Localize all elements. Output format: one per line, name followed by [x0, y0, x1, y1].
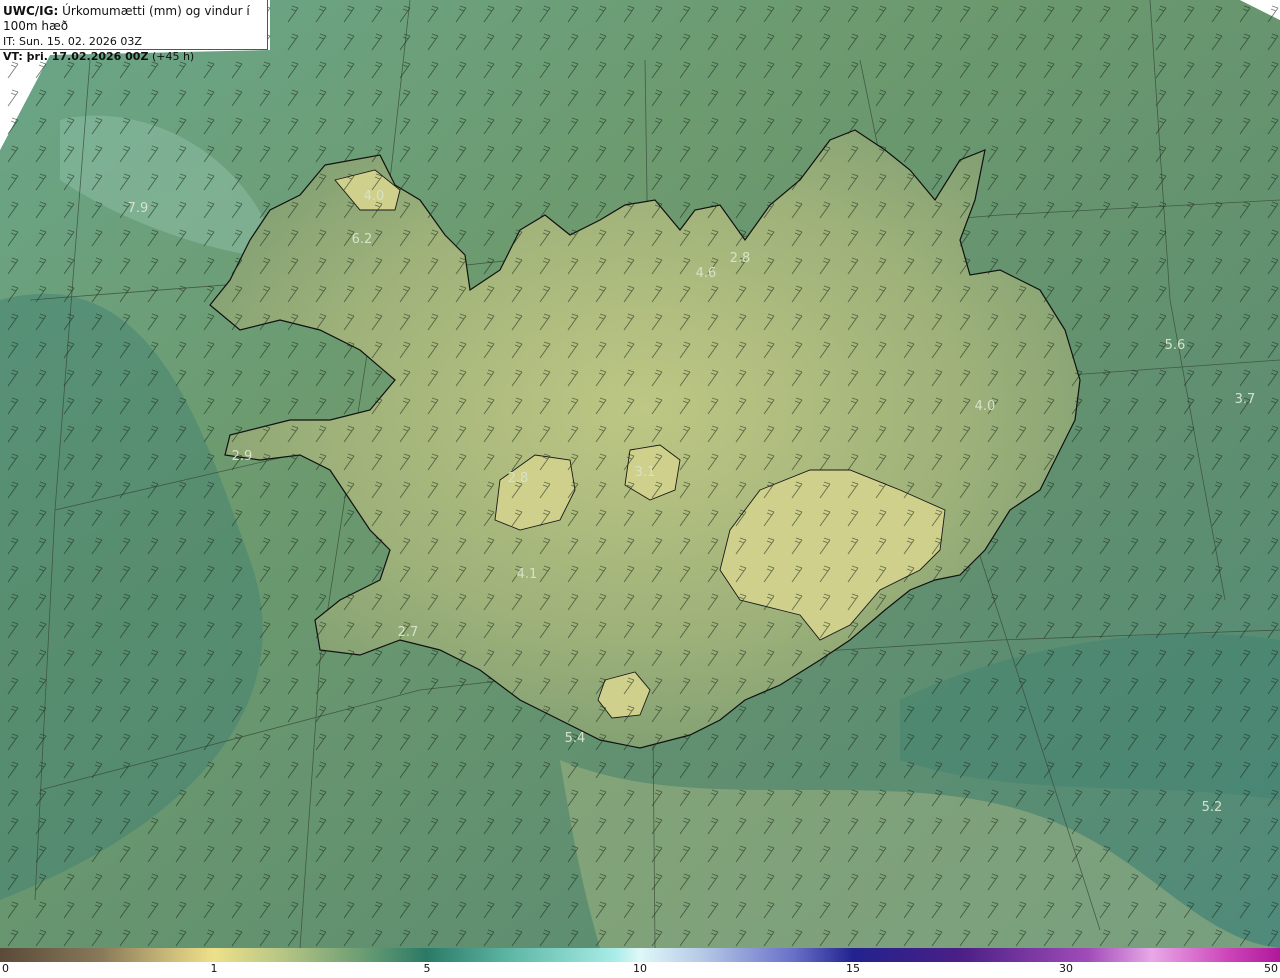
- map-title-box: UWC/IG: Úrkomumætti (mm) og vindur í 100…: [0, 0, 268, 63]
- colorbar-tick: 50: [1264, 962, 1278, 975]
- model-name: UWC/IG:: [3, 4, 59, 18]
- value-label: 2.8: [508, 471, 529, 486]
- colorbar-tick: 30: [1059, 962, 1073, 975]
- colorbar-tick: 10: [633, 962, 647, 975]
- value-label: 7.9: [128, 201, 149, 216]
- value-label: 2.7: [398, 625, 419, 640]
- colorbar-tick: 5: [423, 962, 431, 975]
- colorbar-tick: 15: [846, 962, 860, 975]
- valid-time: VT: þri. 17.02.2026 00Z: [3, 50, 149, 63]
- colorbar-tick: 0: [2, 962, 9, 975]
- value-label: 2.8: [730, 251, 751, 266]
- value-label: 2.9: [232, 449, 253, 464]
- initial-time: IT: Sun. 15. 02. 2026 03Z: [3, 35, 142, 48]
- valid-time-line: VT: þri. 17.02.2026 00Z (+45 h): [3, 49, 267, 64]
- value-label: 6.2: [352, 232, 373, 247]
- value-label: 5.4: [565, 731, 586, 746]
- forecast-offset: (+45 h): [151, 50, 195, 63]
- colorbar-strip: [0, 948, 1280, 962]
- value-label: 4.1: [517, 567, 538, 582]
- value-label: 3.7: [1235, 392, 1256, 407]
- value-label: 3.1: [635, 465, 656, 480]
- colorbar-tick: 1: [210, 962, 218, 975]
- value-label: 4.6: [696, 266, 717, 281]
- value-label: 4.0: [975, 399, 996, 414]
- value-label: 5.2: [1202, 800, 1223, 815]
- colorbar: 0 1 5 10 15 30 50: [0, 948, 1280, 978]
- value-label: 5.6: [1165, 338, 1186, 353]
- title-line: UWC/IG: Úrkomumætti (mm) og vindur í 100…: [3, 4, 267, 34]
- value-label: 4.0: [364, 189, 385, 204]
- weather-map: 4.0 6.2 7.9 4.6 2.8 5.6 3.7 4.0 2.9 2.8 …: [0, 0, 1280, 948]
